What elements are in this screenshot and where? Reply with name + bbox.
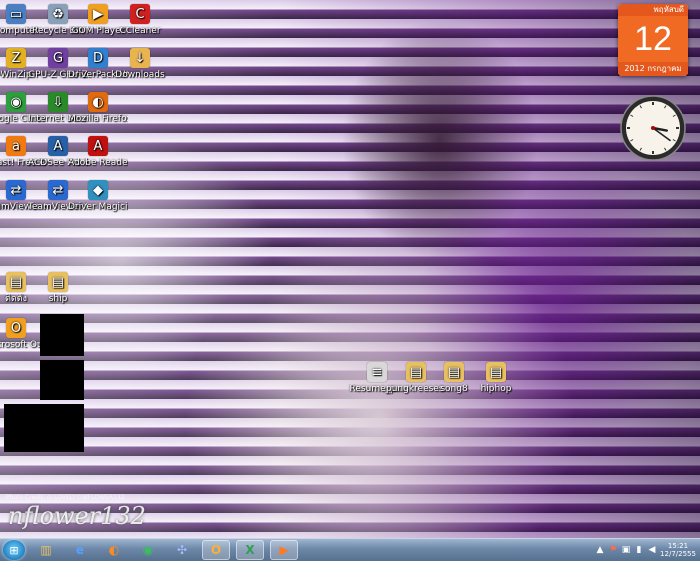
taskbar-button-outlook[interactable]: O (202, 540, 230, 560)
tray-time: 15:21 (667, 542, 689, 550)
app-icon: ▭ (6, 4, 26, 24)
desktop-icon-label: CCleaner (119, 26, 161, 36)
app-icon: D (88, 48, 108, 68)
clock-center (651, 126, 655, 130)
app-icon: ▤ (48, 272, 68, 292)
internet-explorer-icon: e (75, 543, 85, 557)
desktop-icon-label: Mozilla Firefox (68, 114, 128, 124)
start-button[interactable]: ⊞ (3, 540, 25, 560)
app-icon: ▤ (6, 272, 26, 292)
redacted-block (40, 314, 84, 356)
desktop-icon[interactable]: ↓ Downloads (110, 48, 170, 81)
desktop-icon-label: hiphop (480, 384, 512, 394)
app-icon: ▤ (444, 362, 464, 382)
desktop-icon[interactable]: ◐ Mozilla Firefox (68, 92, 128, 125)
app-icon: ▤ (486, 362, 506, 382)
app-icon: a (6, 136, 26, 156)
watermark-credit: Photo Credit: cr.LOVELY©WFLOWER132 (6, 494, 125, 501)
desktop-icon[interactable]: ▤ ship (28, 272, 88, 305)
taskbar-button-network-app[interactable]: ✣ (168, 540, 196, 560)
tray-app-icon[interactable]: ▣ (621, 545, 631, 555)
firefox-icon: ◐ (108, 543, 120, 557)
calendar-day: 12 (618, 16, 688, 62)
desktop-icon-label: Downloads (115, 70, 165, 80)
app-icon: ↓ (130, 48, 150, 68)
app-icon: ▶ (88, 4, 108, 24)
desktop-icon-label: ship (48, 294, 68, 304)
taskbar: ⊞ ▥ e ◐ ◉ ✣ O X ▶ ▲ ⚑ ▣ ▮ ◀ 15:21 12/7/2555 (0, 538, 700, 561)
app-icon: Z (6, 48, 26, 68)
desktop-icon[interactable]: C CCleaner (110, 4, 170, 37)
clock-gadget[interactable] (619, 94, 687, 162)
taskbar-button-windows-explorer[interactable]: ▥ (32, 540, 60, 560)
app-icon: ⇄ (6, 180, 26, 200)
windows-explorer-icon: ▥ (40, 543, 52, 557)
excel-icon: X (245, 543, 255, 557)
calendar-month-year: 2012 กรกฎาคม (618, 62, 688, 76)
outlook-icon: O (210, 543, 222, 557)
taskbar-button-internet-explorer[interactable]: e (66, 540, 94, 560)
app-icon: O (6, 318, 26, 338)
redacted-block (4, 404, 84, 452)
tray-volume-icon[interactable]: ◀ (647, 545, 657, 555)
tray-network-icon[interactable]: ▮ (634, 545, 644, 555)
taskbar-button-media-player[interactable]: ▶ (270, 540, 298, 560)
network-app-icon: ✣ (176, 543, 188, 557)
app-icon: ◉ (6, 92, 26, 112)
calendar-gadget[interactable]: พฤหัสบดี 12 2012 กรกฎาคม (618, 4, 688, 76)
app-icon: ▤ (406, 362, 426, 382)
system-tray: ▲ ⚑ ▣ ▮ ◀ 15:21 12/7/2555 (595, 539, 696, 561)
desktop-icon[interactable]: ◆ Driver Magician (68, 180, 128, 213)
tray-flag-icon[interactable]: ⚑ (608, 545, 618, 555)
app-icon: C (130, 4, 150, 24)
desktop-icon[interactable]: A Adobe Reader X (68, 136, 128, 169)
desktop-icon[interactable]: ▤ hiphop (466, 362, 526, 395)
windows-logo-icon: ⊞ (9, 543, 19, 557)
desktop[interactable]: ▭Computer♻Recycle Bin▶GOM PlayerCCCleane… (0, 0, 700, 538)
app-icon: ◐ (88, 92, 108, 112)
taskbar-button-firefox[interactable]: ◐ (100, 540, 128, 560)
app-icon: G (48, 48, 68, 68)
app-icon: ⇄ (48, 180, 68, 200)
app-icon: ◆ (88, 180, 108, 200)
chrome-icon: ◉ (142, 543, 154, 557)
taskbar-button-chrome[interactable]: ◉ (134, 540, 162, 560)
redacted-block (40, 360, 84, 400)
desktop-icon-label: Driver Magician (68, 202, 128, 212)
app-icon: ⇩ (48, 92, 68, 112)
tray-date: 12/7/2555 (660, 550, 696, 558)
app-icon: A (88, 136, 108, 156)
taskbar-button-excel[interactable]: X (236, 540, 264, 560)
tray-clock[interactable]: 15:21 12/7/2555 (660, 542, 696, 558)
app-icon: A (48, 136, 68, 156)
app-icon: ♻ (48, 4, 68, 24)
app-icon: ≡ (367, 362, 387, 382)
media-player-icon: ▶ (279, 543, 289, 557)
desktop-icon-label: Adobe Reader X (68, 158, 128, 168)
watermark-signature: nflower132 (8, 502, 146, 530)
tray-expand-icon[interactable]: ▲ (595, 545, 605, 555)
calendar-weekday: พฤหัสบดี (618, 4, 688, 16)
